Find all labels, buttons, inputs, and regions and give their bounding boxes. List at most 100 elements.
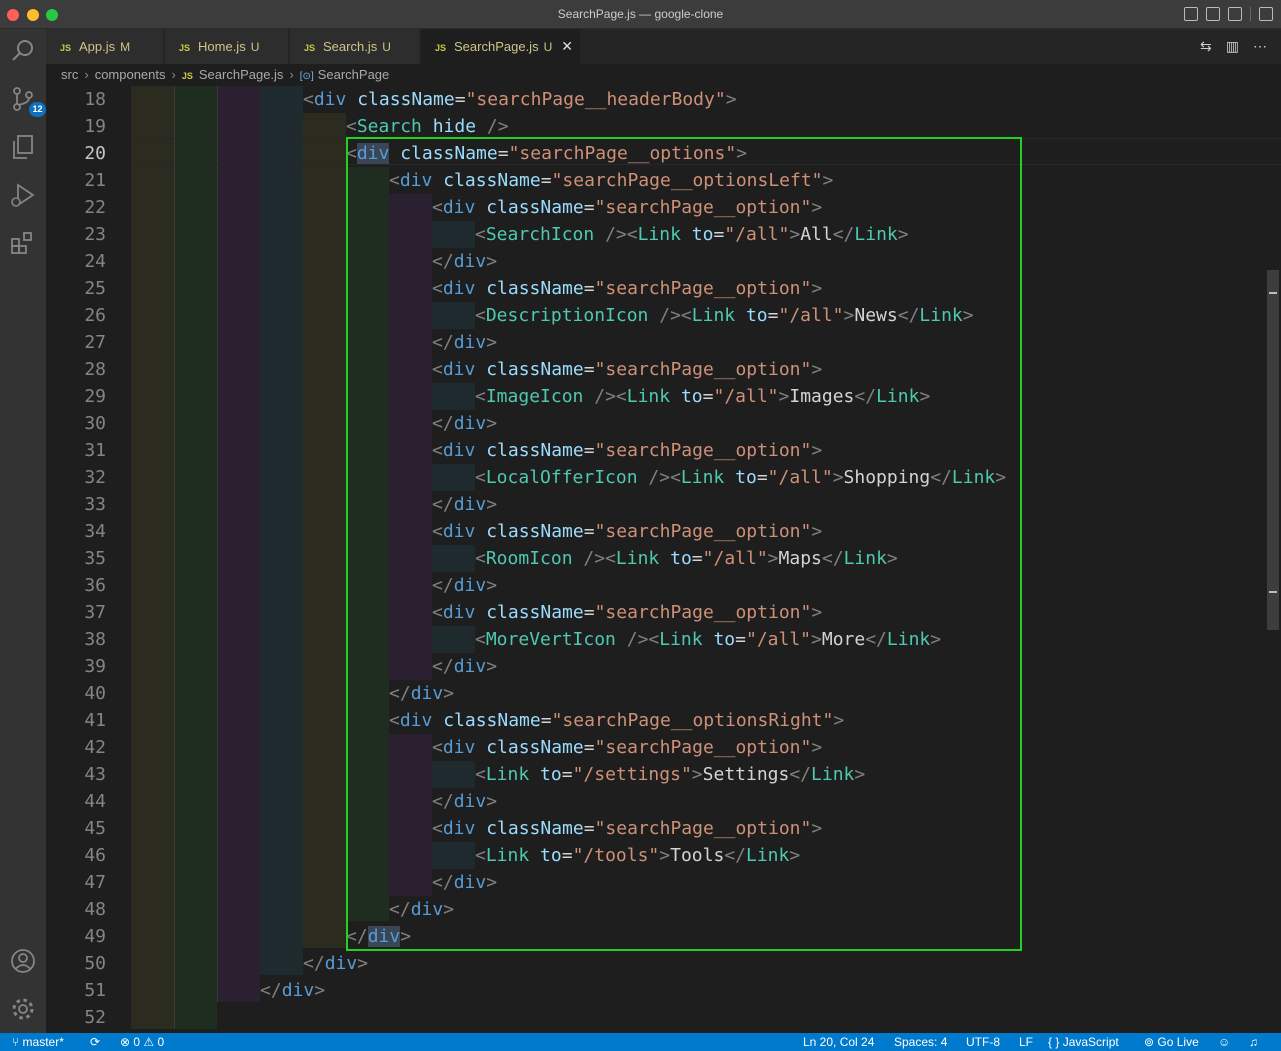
indentation[interactable]: Spaces: 4: [894, 1033, 947, 1051]
code-line: <Search hide />: [346, 116, 509, 137]
line-number: 33: [84, 494, 106, 515]
source-control-icon[interactable]: 12: [9, 85, 46, 117]
warning-count: 0: [157, 1035, 165, 1049]
line-number: 19: [84, 116, 106, 137]
js-file-icon: JS: [60, 43, 72, 53]
broadcast-icon: ⊚: [1144, 1035, 1158, 1049]
error-icon: ⊗: [120, 1035, 134, 1049]
line-number: 32: [84, 467, 106, 488]
line-number: 51: [84, 980, 106, 1001]
tab-app-js[interactable]: JS App.js M: [46, 29, 164, 64]
line-number: 39: [84, 656, 106, 677]
encoding[interactable]: UTF-8: [966, 1033, 1000, 1051]
tab-label: SearchPage.js: [454, 39, 539, 54]
line-number: 28: [84, 359, 106, 380]
js-file-icon: JS: [181, 71, 193, 81]
more-actions-icon[interactable]: ⋯: [1253, 38, 1267, 55]
line-number: 20: [84, 143, 106, 164]
line-number: 35: [84, 548, 106, 569]
chevron-right-icon: ›: [289, 67, 294, 82]
line-number: 25: [84, 278, 106, 299]
overview-ruler-mark: [1269, 292, 1277, 294]
tab-bar: JS App.js M JS Home.js U JS Search.js U JS Sear…: [46, 29, 1281, 64]
code-line: </div>: [260, 980, 326, 1001]
window-title: SearchPage.js — google-clone: [557, 7, 724, 21]
activity-bar: 12: [0, 29, 46, 1033]
line-number: 27: [84, 332, 106, 353]
code-editor[interactable]: 18 19 20 21 22 23 24 25 26 27 28 29 30 31 32 33 34 35 36 37…: [46, 86, 1281, 1033]
git-branch-icon: ⑂: [12, 1035, 23, 1049]
line-number: 52: [84, 1007, 106, 1028]
problems-indicator[interactable]: ⊗ 0 ⚠ 0: [120, 1033, 164, 1051]
open-changes-icon[interactable]: ⇆: [1200, 38, 1212, 55]
indent-guide: [131, 86, 174, 1029]
tab-label: Search.js: [323, 39, 378, 54]
go-live-label: Go Live: [1157, 1035, 1199, 1049]
tab-home-js[interactable]: JS Home.js U: [165, 29, 289, 64]
line-number: 47: [84, 872, 106, 893]
line-number: 45: [84, 818, 106, 839]
run-debug-icon[interactable]: [9, 181, 37, 209]
language-label: JavaScript: [1062, 1035, 1119, 1049]
branch-indicator[interactable]: ⑂ master*: [12, 1033, 64, 1051]
braces-icon: { }: [1048, 1035, 1060, 1049]
extensions-icon[interactable]: [9, 229, 37, 257]
line-number: 48: [84, 899, 106, 920]
tab-label: Home.js: [198, 39, 246, 54]
chevron-right-icon: ›: [171, 67, 176, 82]
split-editor-icon[interactable]: ▥: [1226, 38, 1239, 55]
line-number: 23: [84, 224, 106, 245]
line-number: 24: [84, 251, 106, 272]
warning-icon: ⚠: [140, 1035, 158, 1049]
bell-icon[interactable]: ♫: [1249, 1033, 1258, 1051]
go-live-button[interactable]: ⊚ Go Live: [1144, 1033, 1199, 1051]
tab-label: App.js: [79, 39, 116, 54]
highlight-box: [346, 137, 1022, 951]
breadcrumb-components[interactable]: components: [95, 67, 166, 82]
tab-status: U: [382, 40, 391, 54]
cursor-position[interactable]: Ln 20, Col 24: [803, 1033, 874, 1051]
search-icon[interactable]: [9, 37, 37, 65]
branch-name: master*: [22, 1035, 64, 1049]
tab-search-js[interactable]: JS Search.js U: [290, 29, 420, 64]
layout-divider: [1250, 7, 1251, 21]
line-number: 36: [84, 575, 106, 596]
sync-icon[interactable]: ⟳: [90, 1033, 100, 1051]
breadcrumb-src[interactable]: src: [61, 67, 78, 82]
line-number: 50: [84, 953, 106, 974]
line-number: 31: [84, 440, 106, 461]
language-mode[interactable]: { } JavaScript: [1048, 1033, 1119, 1051]
line-number: 49: [84, 926, 106, 947]
tab-searchpage-js[interactable]: JS SearchPage.js U ✕: [421, 29, 581, 64]
line-ending[interactable]: LF: [1019, 1033, 1033, 1051]
gear-icon[interactable]: [9, 995, 37, 1023]
toggle-sidebar-icon[interactable]: [1184, 7, 1198, 21]
tab-status: M: [120, 40, 131, 54]
line-number: 30: [84, 413, 106, 434]
line-number: 38: [84, 629, 106, 650]
line-number: 42: [84, 737, 106, 758]
line-number: 29: [84, 386, 106, 407]
line-number: 37: [84, 602, 106, 623]
indent-guide: [260, 86, 303, 975]
js-file-icon: JS: [304, 43, 316, 53]
chevron-right-icon: ›: [84, 67, 89, 82]
indent-guide: [303, 113, 346, 948]
feedback-icon[interactable]: ☺: [1218, 1033, 1230, 1051]
line-number: 22: [84, 197, 106, 218]
editor-actions: ⇆ ▥ ⋯: [1200, 38, 1267, 55]
breadcrumb-file[interactable]: SearchPage.js: [199, 67, 284, 82]
layout-controls: [1184, 7, 1273, 21]
accounts-icon[interactable]: [9, 947, 37, 975]
explorer-icon[interactable]: [9, 133, 37, 161]
breadcrumb-symbol[interactable]: SearchPage: [318, 67, 390, 82]
toggle-secondary-sidebar-icon[interactable]: [1228, 7, 1242, 21]
close-tab-icon[interactable]: ✕: [561, 38, 573, 54]
status-bar: ⑂ master* ⟳ ⊗ 0 ⚠ 0 Ln 20, Col 24 Spaces…: [0, 1033, 1281, 1051]
vertical-scrollbar[interactable]: [1267, 270, 1279, 630]
customize-layout-icon[interactable]: [1259, 7, 1273, 21]
line-number: 34: [84, 521, 106, 542]
toggle-panel-icon[interactable]: [1206, 7, 1220, 21]
tab-status: U: [543, 40, 553, 54]
breadcrumb: src › components › JS SearchPage.js › [⊙] Search…: [46, 64, 1281, 86]
